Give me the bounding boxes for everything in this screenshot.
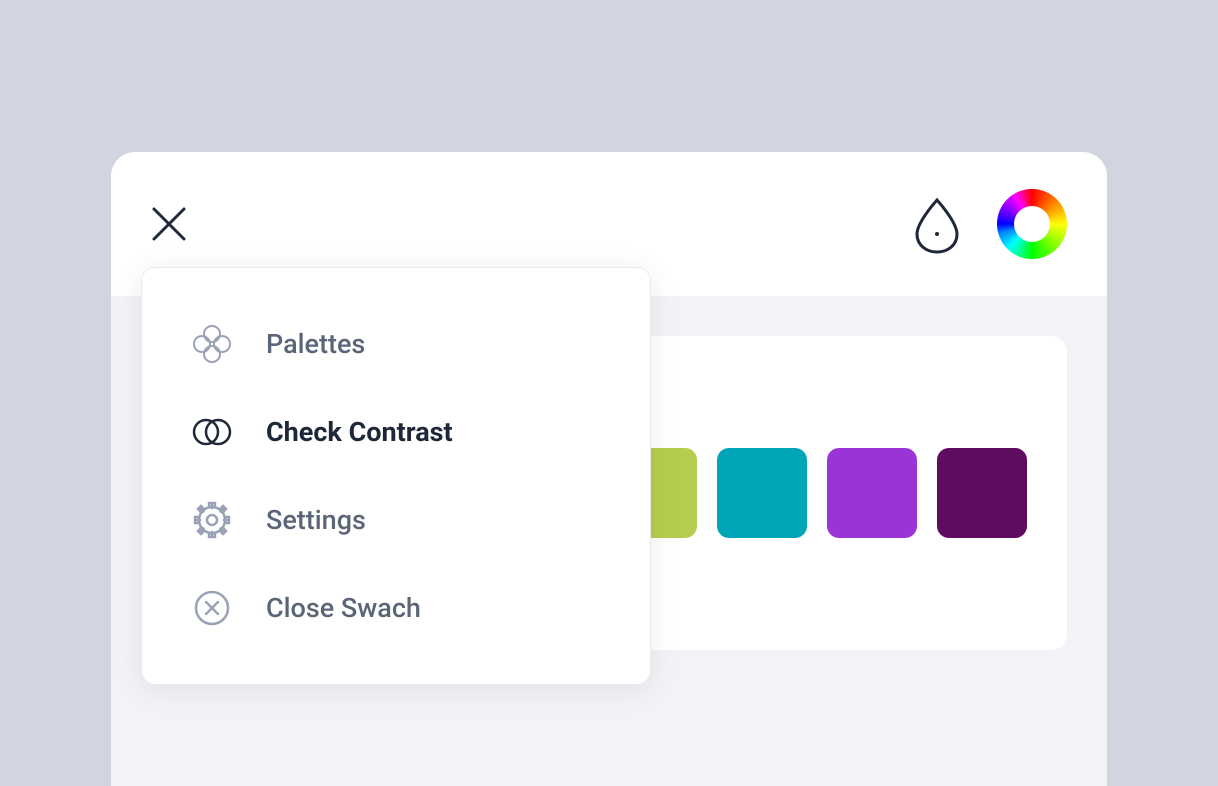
color-swatch[interactable] [717,448,807,538]
droplet-icon [907,194,967,254]
menu-item-settings[interactable]: Settings [142,476,650,564]
contrast-icon [190,410,234,454]
eyedropper-button[interactable] [907,194,967,254]
menu-item-label: Close Swach [266,592,421,624]
gear-icon [190,498,234,542]
close-circle-icon [190,586,234,630]
menu-item-label: Check Contrast [266,416,453,448]
color-swatch[interactable] [937,448,1027,538]
menu-item-label: Palettes [266,328,365,360]
palettes-icon [190,322,234,366]
color-wheel-button[interactable] [997,189,1067,259]
menu-item-palettes[interactable]: Palettes [142,300,650,388]
header-left [151,206,187,242]
menu-item-check-contrast[interactable]: Check Contrast [142,388,650,476]
app-window: Palettes Check Contrast [111,152,1107,786]
header-right [907,189,1067,259]
color-swatch[interactable] [827,448,917,538]
menu-item-close-swach[interactable]: Close Swach [142,564,650,652]
menu-item-label: Settings [266,504,366,536]
close-button[interactable] [151,206,187,242]
close-icon [151,206,187,242]
dropdown-menu: Palettes Check Contrast [141,267,651,685]
